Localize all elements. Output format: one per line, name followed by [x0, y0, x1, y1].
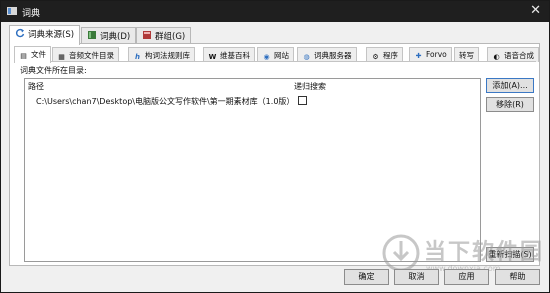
add-button[interactable]: 添加(A)... [486, 78, 534, 93]
tab-label: 群组(G) [155, 32, 186, 42]
source-type-tab-bar: ▤ 文件 ▦ 音频文件目录 h 构词法规则库 W 维基百科 ◉ 网站 ◍ 词典服务器 ⚙ 程序… [14, 46, 539, 63]
help-button[interactable]: 帮助 [495, 269, 540, 285]
apply-button[interactable]: 应用 [444, 269, 489, 285]
tab-label: 文件 [31, 50, 46, 59]
table-row[interactable]: C:\Users\chan7\Desktop\电脑版公文写作软件\第一期素材库（… [25, 95, 480, 108]
tab-dict-servers[interactable]: ◍ 词典服务器 [297, 47, 357, 62]
tab-label: 转写 [459, 51, 474, 60]
tab-transliteration[interactable]: 转写 [454, 47, 479, 62]
forvo-icon: ✚ [415, 52, 422, 60]
tab-label: 词典来源(S) [28, 30, 75, 40]
close-icon[interactable]: ✕ [530, 3, 541, 18]
watermark-name: 当下软件园 [424, 240, 545, 265]
tab-label: 词典(D) [100, 32, 131, 42]
watermark-logo-icon [382, 234, 420, 272]
app-icon [7, 7, 17, 15]
tab-label: 维基百科 [220, 51, 250, 60]
book-icon [88, 31, 96, 39]
tab-files[interactable]: ▤ 文件 [14, 46, 51, 63]
tab-programs[interactable]: ⚙ 程序 [366, 47, 403, 62]
column-header-recursive: 递归搜索 [294, 82, 326, 91]
window-title: 词典 [22, 9, 41, 19]
tab-label: 语音合成 [504, 51, 534, 60]
recursive-checkbox[interactable] [298, 96, 307, 105]
title-bar[interactable]: 词典 ✕ [1, 1, 549, 22]
file-icon: ▤ [20, 52, 27, 60]
path-cell: C:\Users\chan7\Desktop\电脑版公文写作软件\第一期素材库（… [36, 97, 295, 106]
tab-websites[interactable]: ◉ 网站 [257, 47, 294, 62]
tab-label: 构词法规则库 [145, 51, 190, 60]
tab-morphology[interactable]: h 构词法规则库 [128, 47, 195, 62]
tab-audio-folders[interactable]: ▦ 音频文件目录 [52, 47, 119, 62]
refresh-icon [15, 28, 25, 38]
outer-tab-bar: 词典来源(S) 词典(D) 群组(G) [9, 25, 539, 45]
list-header: 路径 递归搜索 [25, 79, 480, 91]
column-header-path: 路径 [28, 82, 44, 91]
tab-dictionary-sources[interactable]: 词典来源(S) [9, 25, 81, 45]
tab-label: 音频文件目录 [69, 51, 114, 60]
tab-label: 程序 [383, 51, 398, 60]
tab-label: 网站 [274, 51, 289, 60]
cancel-button[interactable]: 取消 [394, 269, 439, 285]
dictionary-window: 词典 ✕ 词典来源(S) 词典(D) 群组(G) ▤ 文件 ▦ 音频文件目录 h 构词… [0, 0, 550, 293]
tab-label: 词典服务器 [314, 51, 352, 60]
section-label: 词典文件所在目录: [20, 66, 87, 75]
tab-wikipedia[interactable]: W 维基百科 [203, 47, 255, 62]
group-icon [143, 31, 151, 39]
tab-text-to-speech[interactable]: ◐ 语音合成 [487, 47, 539, 62]
remove-button[interactable]: 移除(R) [486, 97, 534, 112]
tab-forvo[interactable]: ✚ Forvo [409, 47, 452, 62]
tab-label: Forvo [426, 50, 447, 59]
tab-dictionaries[interactable]: 词典(D) [81, 27, 137, 43]
ok-button[interactable]: 确定 [344, 269, 389, 285]
tab-groups[interactable]: 群组(G) [136, 27, 192, 43]
